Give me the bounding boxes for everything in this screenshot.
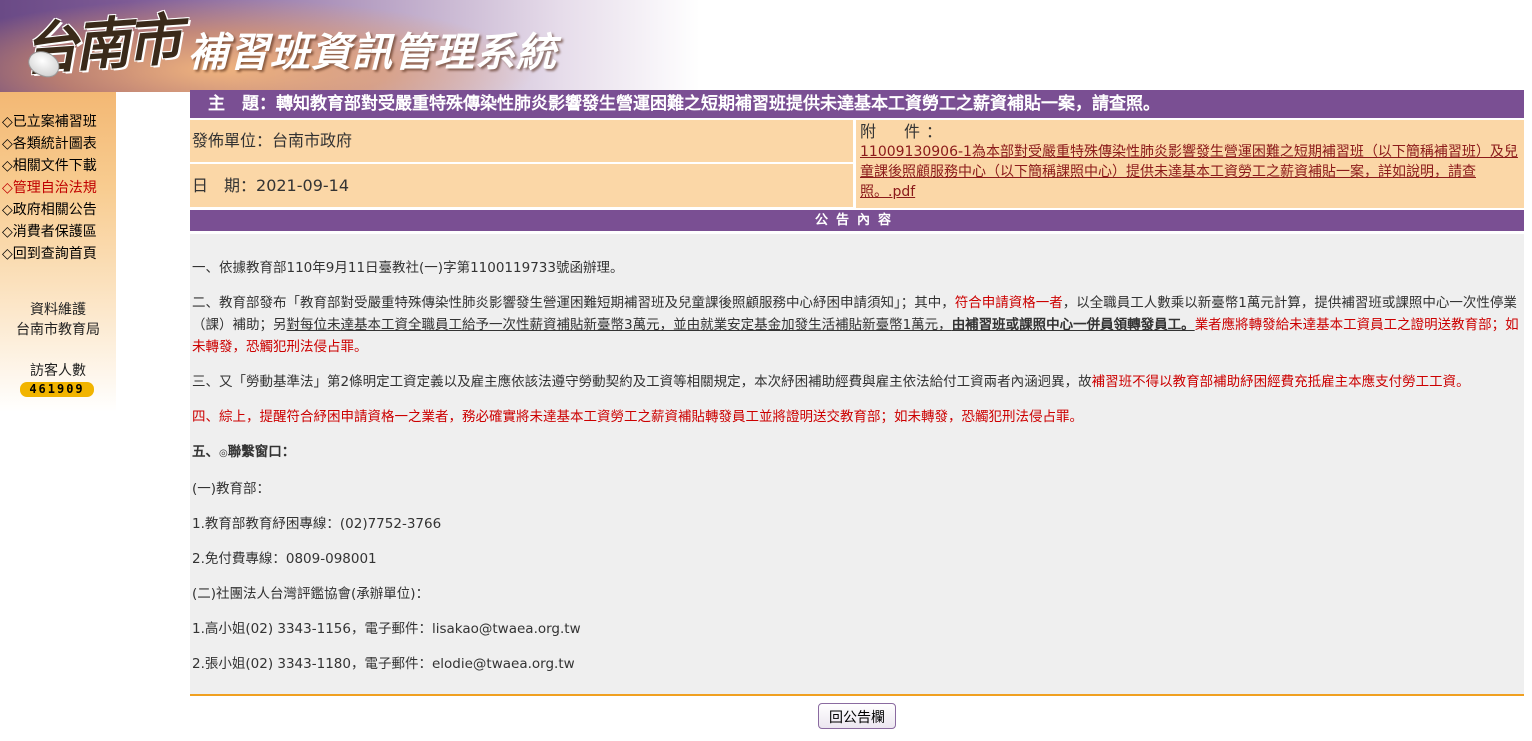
paragraph-3-b: 補習班不得以教育部補助紓困經費充抵雇主本應支付勞工工資。 [1091, 374, 1470, 390]
sidebar-item-government-announcements[interactable]: ◇政府相關公告 [2, 199, 97, 221]
sidebar-nav: ◇已立案補習班 ◇各類統計圖表 ◇相關文件下載 ◇管理自治法規 ◇政府相關公告 … [2, 111, 97, 265]
date-label: 日 期： [192, 176, 257, 195]
paragraph-2-a: 二、教育部發布「教育部對受嚴重特殊傳染性肺炎影響發生營運困難短期補習班及兒童課後… [192, 295, 955, 311]
attachment-label: 附 件： [860, 122, 949, 141]
paragraph-3-a: 三、又「勞動基準法」第2條明定工資定義以及雇主應依該法遵守勞動契約及工資等相關規… [192, 374, 1092, 390]
announcement-info: 發佈單位：台南市政府 日 期：2021-09-14 附 件： 110091309… [190, 120, 1524, 208]
maintenance-unit: 台南市教育局 [16, 322, 100, 338]
contact-window-label: 聯繫窗口： [227, 444, 296, 460]
paragraph-5-number: 五、 [192, 444, 219, 460]
publisher-label: 發佈單位： [192, 131, 273, 150]
maintenance-label: 資料維護 [30, 302, 86, 318]
maintenance-info: 資料維護 台南市教育局 [0, 300, 116, 340]
contact-person-2: 2.張小姐(02) 3343-1180，電子郵件：elodie@twaea.or… [192, 656, 575, 672]
paragraph-5: 五、◎聯繫窗口： [192, 441, 1522, 465]
paragraph-1: 一、依據教育部110年9月11日臺教社(一)字第1100119733號函辦理。 [192, 260, 624, 276]
paragraph-2-b: 符合申請資格一者 [954, 295, 1063, 311]
contact-toll-free: 2.免付費專線：0809-098001 [192, 551, 377, 567]
paragraph-2-d: 對每位未達基本工資全職員工給予一次性薪資補貼新臺幣3萬元，並由就業安定基金加發生… [286, 317, 952, 333]
contact-ministry: (一)教育部： [192, 481, 271, 497]
announcement-main: 主 題：轉知教育部對受嚴重特殊傳染性肺炎影響發生營運困難之短期補習班提供未達基本… [190, 90, 1524, 696]
sidebar-item-registered-cram-schools[interactable]: ◇已立案補習班 [2, 111, 97, 133]
visitor-label: 訪客人數 [30, 363, 86, 379]
sidebar-item-document-download[interactable]: ◇相關文件下載 [2, 155, 97, 177]
date-value: 2021-09-14 [256, 176, 349, 195]
visitor-counter: 461909 [20, 382, 94, 397]
content-title-bar: 公告內容 [190, 210, 1524, 231]
subject-label: 主 題： [208, 94, 276, 114]
contact-bullet-icon: ◎ [219, 448, 228, 459]
sidebar-item-regulations[interactable]: ◇管理自治法規 [2, 177, 97, 199]
sidebar-item-statistics-charts[interactable]: ◇各類統計圖表 [2, 133, 97, 155]
contact-ministry-hotline: 1.教育部教育紓困專線：(02)7752-3766 [192, 516, 442, 532]
contact-person-1: 1.高小姐(02) 3343-1156，電子郵件：lisakao@twaea.o… [192, 621, 581, 637]
back-to-board-button[interactable]: 回公告欄 [818, 703, 896, 729]
paragraph-2-e: 由補習班或課照中心一併員領轉發員工。 [951, 317, 1195, 333]
paragraph-2: 二、教育部發布「教育部對受嚴重特殊傳染性肺炎影響發生營運困難短期補習班及兒童課後… [192, 292, 1522, 358]
contact-association: (二)社團法人台灣評鑑協會(承辦單位)： [192, 586, 430, 602]
announcement-content: 一、依據教育部110年9月11日臺教社(一)字第1100119733號函辦理。 … [190, 234, 1524, 696]
sidebar-item-query-home[interactable]: ◇回到查詢首頁 [2, 243, 97, 265]
subject-bar: 主 題：轉知教育部對受嚴重特殊傳染性肺炎影響發生營運困難之短期補習班提供未達基本… [190, 90, 1524, 118]
sidebar-item-consumer-protection[interactable]: ◇消費者保護區 [2, 221, 97, 243]
attachment-cell: 附 件： 11009130906-1為本部對受嚴重特殊傳染性肺炎影響發生營運困難… [856, 120, 1524, 208]
paragraph-4: 四、綜上，提醒符合紓困申請資格一之業者，務必確實將未達基本工資勞工之薪資補貼轉發… [192, 409, 1083, 425]
paragraph-3: 三、又「勞動基準法」第2條明定工資定義以及雇主應依該法遵守勞動契約及工資等相關規… [192, 371, 1522, 393]
system-title: 補習班資訊管理系統 [188, 30, 557, 76]
date-cell: 日 期：2021-09-14 [190, 164, 853, 207]
attachment-link[interactable]: 11009130906-1為本部對受嚴重特殊傳染性肺炎影響發生營運困難之短期補習… [860, 142, 1520, 202]
publisher-value: 台南市政府 [272, 131, 353, 150]
publisher-cell: 發佈單位：台南市政府 [190, 120, 853, 162]
subject-text: 轉知教育部對受嚴重特殊傳染性肺炎影響發生營運困難之短期補習班提供未達基本工資勞工… [276, 94, 1160, 114]
